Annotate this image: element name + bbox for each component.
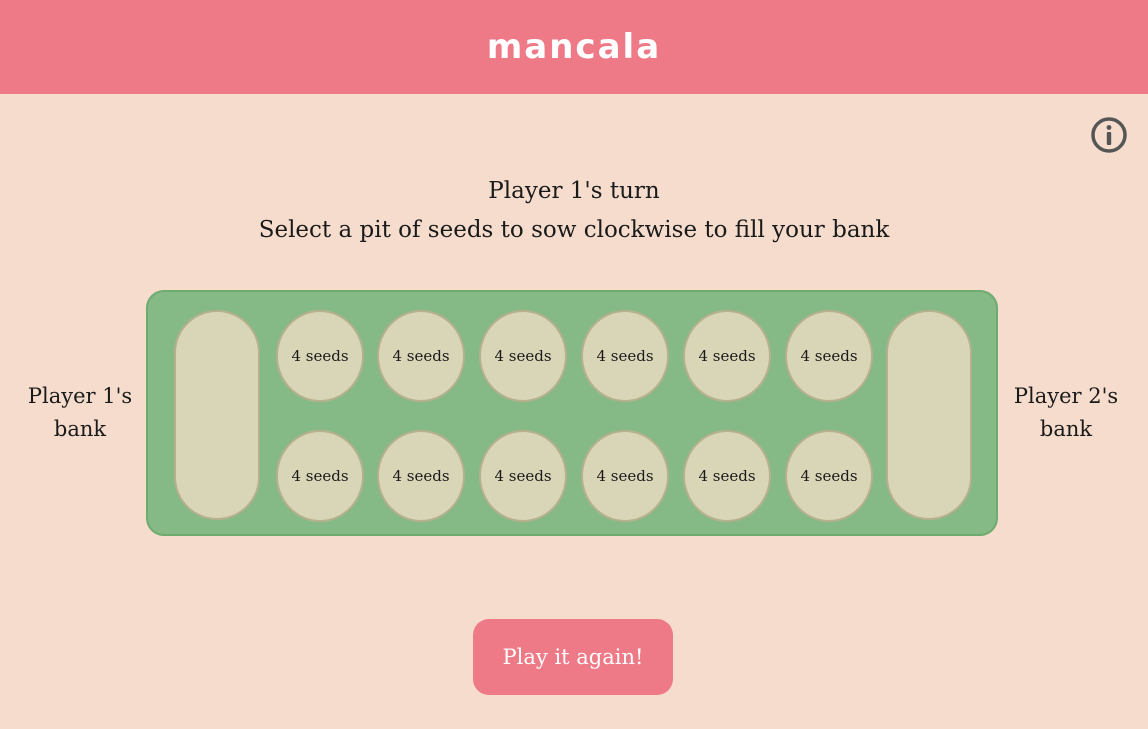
- info-circle-icon: [1091, 117, 1127, 153]
- pit-top-3[interactable]: 4 seeds: [479, 310, 567, 402]
- mancala-board: 4 seeds 4 seeds 4 seeds 4 seeds 4 seeds …: [146, 290, 998, 536]
- pit-bottom-5[interactable]: 4 seeds: [683, 430, 771, 522]
- pit-bottom-6[interactable]: 4 seeds: [785, 430, 873, 522]
- pit-bottom-4[interactable]: 4 seeds: [581, 430, 669, 522]
- player-2-bank: [886, 310, 972, 520]
- pit-top-6[interactable]: 4 seeds: [785, 310, 873, 402]
- info-icon[interactable]: [1090, 116, 1127, 153]
- player-1-bank: [174, 310, 260, 520]
- pit-bottom-2[interactable]: 4 seeds: [377, 430, 465, 522]
- player-1-bank-label: Player 1's bank: [27, 384, 133, 441]
- app-logo: mancala: [486, 27, 662, 67]
- pit-bottom-1[interactable]: 4 seeds: [276, 430, 364, 522]
- turn-indicator: Player 1's turn: [488, 178, 660, 204]
- pit-top-2[interactable]: 4 seeds: [377, 310, 465, 402]
- play-again-button[interactable]: Play it again!: [473, 619, 673, 695]
- pit-top-1[interactable]: 4 seeds: [276, 310, 364, 402]
- player-2-bank-label: Player 2's bank: [1013, 384, 1119, 441]
- pit-top-4[interactable]: 4 seeds: [581, 310, 669, 402]
- pit-bottom-3[interactable]: 4 seeds: [479, 430, 567, 522]
- app-header: mancala: [0, 0, 1148, 94]
- instruction-text: Select a pit of seeds to sow clockwise t…: [258, 217, 890, 243]
- pit-top-5[interactable]: 4 seeds: [683, 310, 771, 402]
